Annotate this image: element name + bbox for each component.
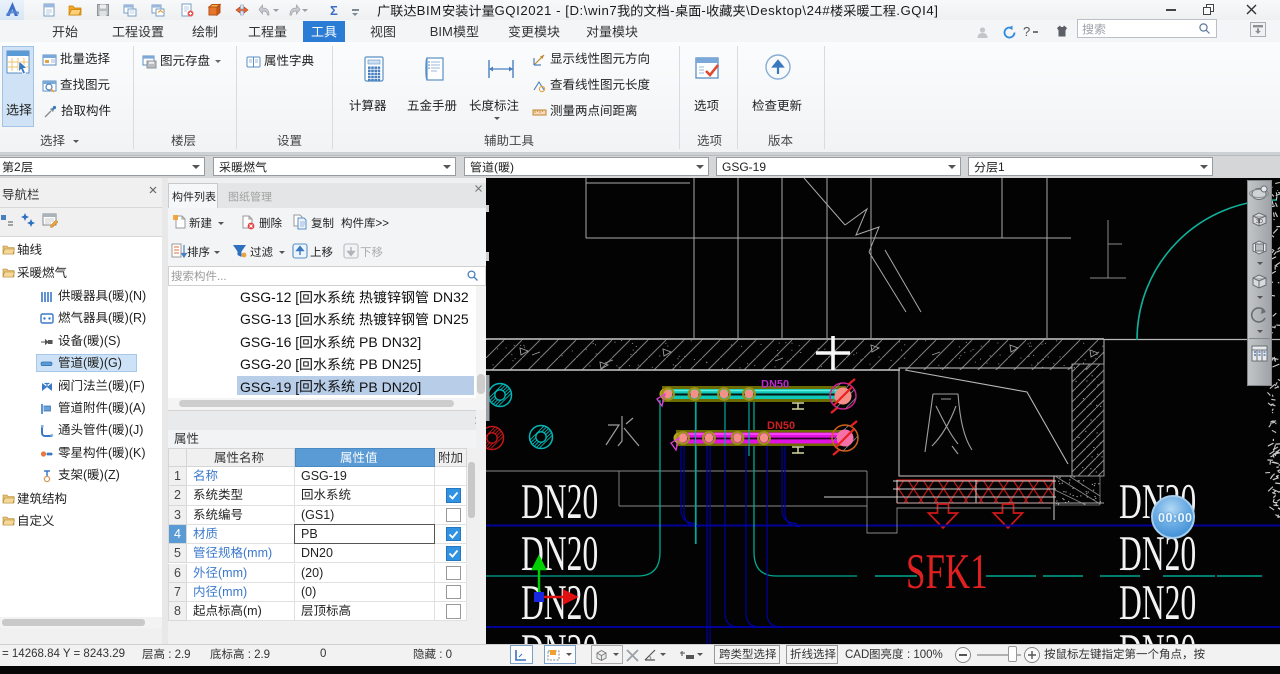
svg-text:3D: 3D [1256,219,1263,225]
svg-text:DN50: DN50 [761,379,789,391]
svg-text:DN50: DN50 [767,420,795,432]
